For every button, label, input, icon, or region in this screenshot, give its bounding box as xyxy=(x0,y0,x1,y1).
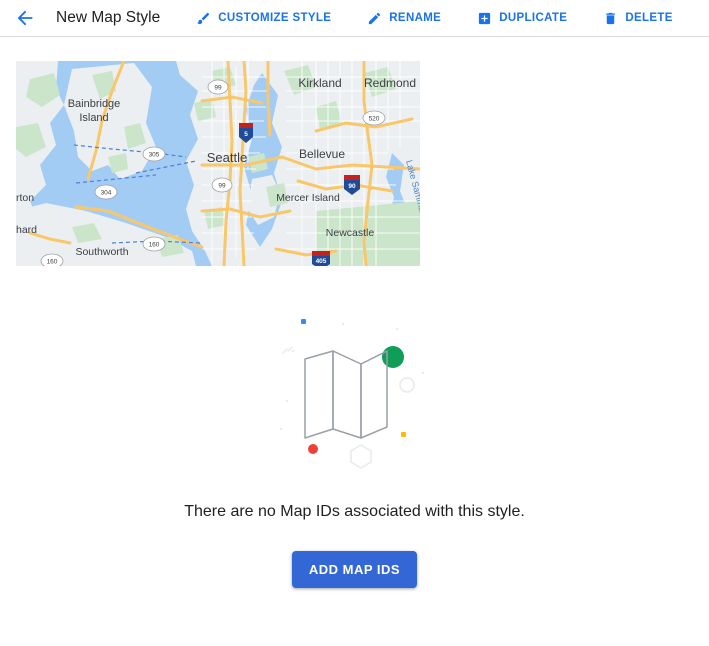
yellow-dot-decor xyxy=(400,432,406,437)
svg-text:hard: hard xyxy=(16,224,37,236)
svg-text:Seattle: Seattle xyxy=(207,150,247,165)
arrow-back-icon xyxy=(14,7,36,29)
add-map-ids-button[interactable]: ADD MAP IDS xyxy=(291,551,418,588)
svg-text:Bellevue: Bellevue xyxy=(299,147,345,161)
trash-icon xyxy=(603,11,618,26)
svg-text:305: 305 xyxy=(149,152,160,159)
folded-map-illustration xyxy=(275,307,435,477)
svg-text:160: 160 xyxy=(47,259,58,266)
svg-text:99: 99 xyxy=(218,183,226,190)
empty-state: There are no Map IDs associated with thi… xyxy=(0,307,709,588)
svg-text:99: 99 xyxy=(214,85,222,92)
add-box-icon xyxy=(477,11,492,26)
hexagon-decor xyxy=(349,444,372,469)
svg-text:Mercer Island: Mercer Island xyxy=(276,192,340,204)
page-title: New Map Style xyxy=(56,9,161,26)
svg-text:Southworth: Southworth xyxy=(75,246,128,258)
back-button[interactable] xyxy=(12,5,38,31)
empty-state-message: There are no Map IDs associated with thi… xyxy=(184,503,525,520)
svg-text:rton: rton xyxy=(16,192,34,204)
svg-text:Kirkland: Kirkland xyxy=(298,76,341,90)
header-toolbar: CUSTOMIZE STYLE RENAME DUPLICATE DELETE xyxy=(196,7,709,30)
svg-text:Newcastle: Newcastle xyxy=(326,227,375,239)
empty-state-actions: ADD MAP IDS xyxy=(0,551,709,588)
svg-text:90: 90 xyxy=(348,183,356,190)
svg-text:Bainbridge: Bainbridge xyxy=(68,98,121,110)
brush-icon xyxy=(196,11,211,26)
svg-text:Redmond: Redmond xyxy=(364,76,416,90)
duplicate-button[interactable]: DUPLICATE xyxy=(477,7,567,30)
delete-button[interactable]: DELETE xyxy=(603,7,672,30)
rename-label: RENAME xyxy=(389,12,442,24)
delete-label: DELETE xyxy=(625,12,673,24)
blue-dot-decor xyxy=(300,319,306,324)
svg-text:304: 304 xyxy=(101,190,112,197)
map-preview-image: 99 5 305 520 304 99 90 160 160 405 Bainb… xyxy=(16,61,420,266)
pencil-icon xyxy=(367,11,382,26)
svg-text:160: 160 xyxy=(149,242,160,249)
red-dot-decor xyxy=(307,444,318,454)
rename-button[interactable]: RENAME xyxy=(367,7,441,30)
svg-text:Island: Island xyxy=(79,112,108,124)
svg-text:5: 5 xyxy=(244,131,248,138)
duplicate-label: DUPLICATE xyxy=(499,12,568,24)
app-header: New Map Style CUSTOMIZE STYLE RENAME DUP… xyxy=(0,0,709,37)
svg-text:405: 405 xyxy=(316,258,327,265)
map-style-preview[interactable]: 99 5 305 520 304 99 90 160 160 405 Bainb… xyxy=(16,61,420,266)
outline-circle-decor xyxy=(398,377,415,393)
svg-text:520: 520 xyxy=(369,116,380,123)
green-dot-decor xyxy=(381,346,404,368)
customize-style-button[interactable]: CUSTOMIZE STYLE xyxy=(196,7,331,30)
customize-style-label: CUSTOMIZE STYLE xyxy=(218,12,332,24)
